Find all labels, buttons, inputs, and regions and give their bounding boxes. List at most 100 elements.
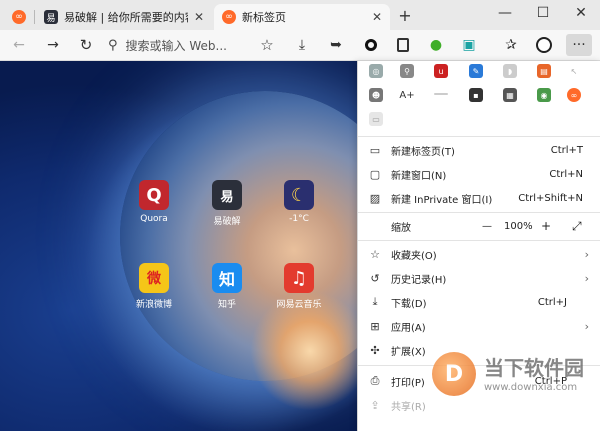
menu-item-zoom: 缩放 — 100% + ⤢ [358, 214, 600, 238]
netease-music-icon: ♫ [284, 263, 314, 293]
tab-strip: ∞ 易 易破解 | 给你所需要的内容YPOJI ✕ ∞ 新标签页 ✕ + — ☐… [0, 0, 600, 30]
cursor-ext-icon[interactable]: ↖ [567, 64, 581, 78]
circle-extension-icon[interactable] [360, 34, 382, 56]
menu-shortcut: Ctrl+N [549, 168, 583, 180]
menu-label: 新建标签页(T) [391, 146, 455, 158]
zoom-label: 缩放 [391, 222, 411, 234]
tile-label: -1°C [289, 214, 309, 224]
new-tab-icon: ▭ [369, 143, 381, 157]
close-icon[interactable]: ✕ [194, 10, 204, 24]
edge-infinity-icon: ∞ [222, 10, 236, 24]
close-window-button[interactable]: ✕ [562, 0, 600, 26]
menu-label: 应用(A) [391, 322, 426, 334]
shield-extension-icon[interactable] [392, 34, 414, 56]
forward-icon[interactable]: → [42, 34, 64, 56]
tab-separator [34, 10, 35, 24]
tile-weather[interactable]: ☾ -1°C [271, 180, 327, 224]
download-icon: ⤓ [372, 295, 378, 308]
ext-leaf-icon[interactable]: ◗ [503, 64, 517, 78]
maximize-button[interactable]: ☐ [524, 0, 562, 26]
tile-netease-music[interactable]: ♫ 网易云音乐 [271, 263, 327, 310]
ext-line-icon[interactable] [434, 93, 448, 95]
new-window-icon: ▢ [369, 167, 381, 181]
tab-label: 易破解 | 给你所需要的内容YPOJI [64, 11, 188, 24]
menu-item-apps[interactable]: ⊞ 应用(A) › [358, 314, 600, 338]
menu-item-share[interactable]: ⇪ 共享(R) [358, 393, 600, 417]
tile-quora[interactable]: Q Quora [126, 180, 182, 224]
tile-label: 知乎 [217, 300, 236, 310]
edit-ext-icon[interactable]: ✎ [469, 64, 483, 78]
extensions-icon: ✣ [370, 343, 380, 357]
tile-weibo[interactable]: 微 新浪微博 [126, 263, 182, 310]
panda-profile-icon[interactable] [533, 34, 555, 56]
menu-item-downloads[interactable]: ⤓ 下载(D) Ctrl+J [358, 290, 600, 314]
weibo-icon: 微 [139, 263, 169, 293]
minimize-button[interactable]: — [486, 0, 524, 26]
menu-item-new-tab[interactable]: ▭ 新建标签页(T) Ctrl+T [358, 138, 600, 162]
apple-extension-icon[interactable]: ● [425, 34, 447, 56]
menu-item-favorites[interactable]: ☆ 收藏夹(O) › [358, 242, 600, 266]
print-icon: ⎙ [370, 374, 380, 387]
ublock-icon[interactable]: u [434, 64, 448, 78]
fullscreen-icon[interactable]: ⤢ [572, 219, 582, 234]
read-aloud-icon[interactable]: A+ [399, 88, 414, 102]
extension-arrow-icon[interactable]: ➥ [325, 34, 347, 56]
yipojie-icon: 易 [44, 10, 58, 24]
tile-label: 网易云音乐 [276, 300, 322, 310]
menu-item-new-window[interactable]: ▢ 新建窗口(N) Ctrl+N [358, 162, 600, 186]
inprivate-icon: ▨ [369, 191, 381, 205]
refresh-icon[interactable]: ↻ [75, 34, 97, 56]
ext-icon[interactable]: ◎ [369, 64, 383, 78]
more-menu-button[interactable]: ··· [566, 34, 592, 56]
menu-item-inprivate[interactable]: ▨ 新建 InPrivate 窗口(I) Ctrl+Shift+N [358, 186, 600, 210]
tab-first[interactable]: ∞ [4, 4, 32, 30]
menu-label: 扩展(X) [391, 346, 426, 358]
moon-icon: ☾ [284, 180, 314, 210]
edge-infinity-icon: ∞ [12, 10, 26, 24]
tab-new-tab[interactable]: ∞ 新标签页 ✕ [214, 4, 390, 30]
tile-zhihu[interactable]: 知 知乎 [199, 263, 255, 310]
tile-label: Quora [140, 214, 168, 224]
tab-yipojie[interactable]: 易 易破解 | 给你所需要的内容YPOJI ✕ [36, 4, 212, 30]
toolbar: ← → ↻ ⚲ 搜索或输入 Web... ☆ ⤓ ➥ ● ▣ ✰ ··· [0, 30, 600, 61]
menu-label: 收藏夹(O) [391, 250, 437, 262]
address-placeholder: 搜索或输入 Web... [125, 38, 227, 53]
ext-face-icon[interactable]: ☻ [369, 88, 383, 102]
quora-icon: Q [139, 180, 169, 210]
close-icon[interactable]: ✕ [372, 10, 382, 24]
menu-divider [358, 136, 600, 137]
menu-label: 历史记录(H) [391, 274, 447, 286]
qr-code-icon[interactable]: ▦ [503, 88, 517, 102]
ext-globe-icon[interactable]: ◉ [537, 88, 551, 102]
menu-item-history[interactable]: ↺ 历史记录(H) › [358, 266, 600, 290]
back-icon[interactable]: ← [8, 34, 30, 56]
tile-label: 易破解 [213, 217, 241, 227]
menu-label: 下载(D) [391, 298, 427, 310]
favorites-icon: ☆ [370, 247, 380, 261]
ext-shop-icon[interactable]: ▤ [537, 64, 551, 78]
menu-divider [358, 212, 600, 213]
ext-search-icon[interactable]: ⚲ [400, 64, 414, 78]
tile-yipojie[interactable]: 易 易破解 [199, 180, 255, 227]
search-icon: ⚲ [108, 37, 118, 53]
zoom-out-button[interactable]: — [482, 221, 492, 232]
download-icon[interactable]: ⤓ [291, 34, 313, 56]
chevron-right-icon: › [584, 271, 589, 285]
new-tab-button[interactable]: + [394, 4, 416, 26]
ext-box-icon[interactable]: ▪ [469, 88, 483, 102]
favorites-bar-icon[interactable]: ✰ [500, 34, 522, 56]
watermark-logo: D [432, 352, 476, 396]
share-icon: ⇪ [370, 398, 380, 412]
edge-infinity-icon[interactable]: ∞ [567, 88, 581, 102]
history-icon: ↺ [370, 271, 380, 285]
menu-label: 打印(P) [391, 377, 425, 389]
zoom-value: 100% [504, 220, 533, 232]
apps-icon: ⊞ [370, 319, 380, 333]
save-extension-icon[interactable]: ▣ [458, 34, 480, 56]
zhihu-icon: 知 [212, 263, 242, 293]
chevron-right-icon: › [584, 247, 589, 261]
chevron-right-icon: › [584, 319, 589, 333]
image-ext-icon[interactable]: ▭ [369, 112, 383, 126]
zoom-in-button[interactable]: + [541, 219, 551, 233]
star-icon[interactable]: ☆ [256, 34, 278, 56]
